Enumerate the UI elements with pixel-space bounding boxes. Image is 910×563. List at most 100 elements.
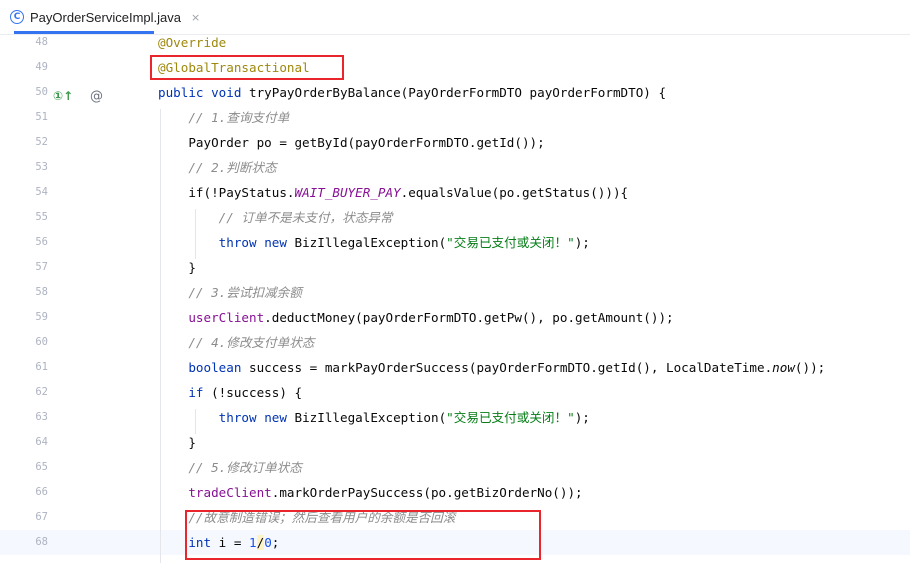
code-text: userClient.deductMoney(payOrderFormDTO.g…	[158, 305, 673, 330]
code-text: if(!PayStatus.WAIT_BUYER_PAY.equalsValue…	[158, 180, 628, 205]
code-token: if	[188, 385, 204, 400]
code-token: (!success) {	[203, 385, 303, 400]
code-line[interactable]: 57 }	[0, 255, 910, 280]
close-icon[interactable]: ×	[191, 11, 200, 24]
line-number: 65	[35, 461, 48, 473]
code-line[interactable]: 53 // 2.判断状态	[0, 155, 910, 180]
line-number: 57	[35, 261, 48, 273]
code-token: @Override	[158, 35, 227, 50]
indent-guide	[195, 409, 196, 434]
code-token: new	[264, 235, 287, 250]
code-line[interactable]: 66 tradeClient.markOrderPaySuccess(po.ge…	[0, 480, 910, 505]
implements-method-icon[interactable]: ①↑	[53, 84, 73, 109]
code-token: );	[574, 410, 590, 425]
line-number: 59	[35, 311, 48, 323]
code-token: throw	[218, 235, 257, 250]
code-text: @Override	[158, 30, 226, 55]
code-token: PayOrder po = getById(payOrderFormDTO.ge…	[158, 135, 545, 150]
line-number: 63	[35, 411, 48, 423]
code-token: "交易已支付或关闭！"	[446, 235, 575, 250]
code-text: // 4.修改支付单状态	[158, 330, 314, 355]
line-number: 48	[35, 36, 48, 48]
code-line[interactable]: 55 // 订单不是未支付，状态异常	[0, 205, 910, 230]
line-number: 50	[35, 86, 48, 98]
code-token: "交易已支付或关闭！"	[446, 410, 575, 425]
code-line[interactable]: 51 // 1.查询支付单	[0, 105, 910, 130]
line-number: 62	[35, 386, 48, 398]
code-token: if(!PayStatus.	[158, 185, 295, 200]
code-token: }	[158, 260, 196, 275]
code-line[interactable]: 49 @GlobalTransactional	[0, 55, 910, 80]
code-text: tradeClient.markOrderPaySuccess(po.getBi…	[158, 480, 582, 505]
line-number: 53	[35, 161, 48, 173]
code-text: boolean success = markPayOrderSuccess(pa…	[158, 355, 825, 380]
line-number: 52	[35, 136, 48, 148]
code-token: WAIT_BUYER_PAY	[294, 185, 401, 200]
code-line[interactable]: 60 // 4.修改支付单状态	[0, 330, 910, 355]
code-line[interactable]: 64 }	[0, 430, 910, 455]
code-line[interactable]: 56 throw new BizIllegalException("交易已支付或…	[0, 230, 910, 255]
code-token: // 1.查询支付单	[158, 110, 290, 125]
code-editor[interactable]: 68 int i = 1/0; 67 //故意制造错误；然后查看用户的余额是否回滚…	[0, 34, 910, 563]
code-token: success = markPayOrderSuccess(payOrderFo…	[241, 360, 773, 375]
code-token: BizIllegalException(	[286, 410, 447, 425]
code-token: tradeClient	[188, 485, 272, 500]
code-line[interactable]: 48 @Override	[0, 30, 910, 55]
code-token: // 订单不是未支付，状态异常	[158, 210, 393, 225]
code-text: // 1.查询支付单	[158, 105, 289, 130]
line-number: 64	[35, 436, 48, 448]
line-number: 67	[35, 511, 48, 523]
line-number: 60	[35, 336, 48, 348]
code-token: BizIllegalException(	[286, 235, 447, 250]
line-number: 55	[35, 211, 48, 223]
highlight-box-global-transactional	[150, 55, 344, 80]
code-line[interactable]: 50 public void tryPayOrderByBalance(PayOr…	[0, 80, 910, 105]
code-text: }	[158, 430, 196, 455]
code-token: void	[211, 85, 242, 100]
line-number: 61	[35, 361, 48, 373]
class-icon: C	[10, 10, 24, 24]
code-token: // 5.修改订单状态	[158, 460, 302, 475]
code-line[interactable]: 54 if(!PayStatus.WAIT_BUYER_PAY.equalsVa…	[0, 180, 910, 205]
code-token: now	[772, 360, 795, 375]
code-text: throw new BizIllegalException("交易已支付或关闭！…	[158, 230, 590, 255]
annotation-gutter-icon[interactable]: @	[90, 84, 103, 109]
code-text: public void tryPayOrderByBalance(PayOrde…	[158, 80, 666, 105]
code-line[interactable]: 61 boolean success = markPayOrderSuccess…	[0, 355, 910, 380]
line-number: 56	[35, 236, 48, 248]
code-token: tryPayOrderByBalance(PayOrderFormDTO pay…	[241, 85, 667, 100]
code-line[interactable]: 62 if (!success) {	[0, 380, 910, 405]
tab-payorderserviceimpl[interactable]: C PayOrderServiceImpl.java ×	[10, 0, 210, 34]
code-token: }	[158, 435, 196, 450]
code-token: // 2.判断状态	[158, 160, 277, 175]
code-line[interactable]: 63 throw new BizIllegalException("交易已支付或…	[0, 405, 910, 430]
line-number: 58	[35, 286, 48, 298]
line-number: 66	[35, 486, 48, 498]
code-text: // 订单不是未支付，状态异常	[158, 205, 393, 230]
code-token: boolean	[188, 360, 242, 375]
code-token: ());	[794, 360, 826, 375]
indent-guide	[195, 209, 196, 259]
line-number: 68	[35, 536, 48, 548]
line-number: 51	[35, 111, 48, 123]
code-token: throw	[218, 410, 257, 425]
code-line[interactable]: 59 userClient.deductMoney(payOrderFormDT…	[0, 305, 910, 330]
line-number: 49	[35, 61, 48, 73]
code-token: );	[574, 235, 590, 250]
code-text: }	[158, 255, 196, 280]
code-text: // 5.修改订单状态	[158, 455, 302, 480]
code-text: // 3.尝试扣减余额	[158, 280, 301, 305]
highlight-box-error-code	[185, 510, 541, 560]
code-line[interactable]: 58 // 3.尝试扣减余额	[0, 280, 910, 305]
code-line[interactable]: 52 PayOrder po = getById(payOrderFormDTO…	[0, 130, 910, 155]
code-token: new	[264, 410, 287, 425]
code-line[interactable]: 65 // 5.修改订单状态	[0, 455, 910, 480]
code-text: // 2.判断状态	[158, 155, 277, 180]
line-number: 54	[35, 186, 48, 198]
